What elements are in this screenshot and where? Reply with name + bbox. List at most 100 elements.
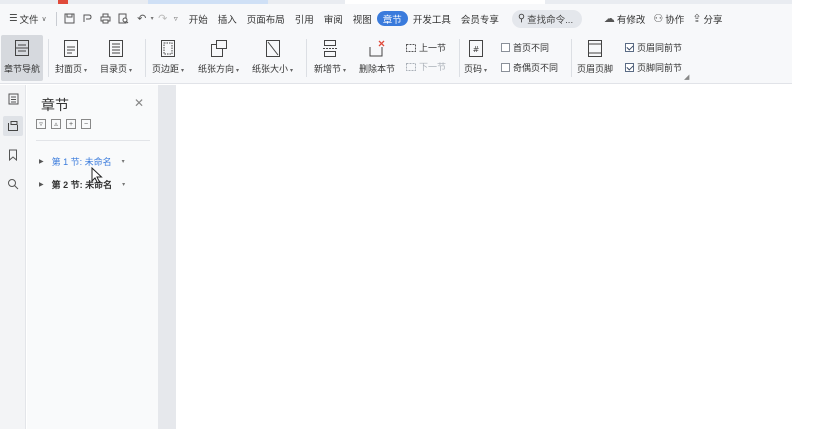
footer-same-as-previous-checkbox[interactable]: 页脚同前节: [625, 61, 682, 74]
section-item[interactable]: ▶ 第 2 节: 未命名 ▾: [39, 178, 125, 191]
command-search[interactable]: ⚲ 查找命令...: [511, 9, 582, 28]
share-label: 分享: [703, 14, 723, 26]
tab-developer[interactable]: 开发工具: [408, 10, 456, 28]
divider: [571, 39, 572, 77]
first-page-different-label: 首页不同: [513, 43, 550, 53]
section-nav-panel: 章节 ✕ ▿ ▵ + − ▶ 第 1 节: 未命名 ▾ ▶ 第 2 节: 未命名…: [27, 85, 158, 429]
tab-member[interactable]: 会员专享: [456, 10, 504, 28]
paper-size-button[interactable]: 纸张大小 ▾: [252, 37, 293, 75]
first-page-different-checkbox[interactable]: 首页不同: [501, 41, 549, 54]
undo-icon[interactable]: ↶: [135, 12, 149, 26]
export-pdf-icon[interactable]: [81, 12, 95, 26]
header-same-as-previous-checkbox[interactable]: 页眉同前节: [625, 41, 682, 54]
caret-down-icon: ▾: [236, 68, 240, 74]
caret-down-icon: ▾: [343, 68, 347, 74]
print-preview-icon[interactable]: [117, 12, 131, 26]
section-menu-icon[interactable]: ▾: [122, 181, 125, 188]
tab-section[interactable]: 章节: [376, 11, 408, 26]
header-footer-icon: [585, 37, 605, 59]
new-section-icon: [320, 37, 340, 59]
collapse-all-icon[interactable]: ▵: [51, 119, 61, 129]
divider: [459, 39, 460, 77]
footer-same-label: 页脚同前节: [637, 63, 683, 73]
next-section-icon: [406, 62, 416, 71]
divider: [306, 39, 307, 77]
print-icon[interactable]: [99, 12, 113, 26]
orientation-button[interactable]: 纸张方向 ▾: [198, 37, 239, 75]
undo-dropdown-icon[interactable]: ▾: [151, 15, 154, 22]
file-menu-label: 文件: [19, 14, 39, 26]
caret-down-icon: ▾: [484, 68, 488, 74]
page-number-button[interactable]: # 页码 ▾: [464, 37, 487, 75]
section-item-label: 第 2 节: 未命名: [51, 180, 113, 190]
prev-section-button[interactable]: 上一节: [405, 41, 446, 54]
nav-pane-button[interactable]: 章节导航: [1, 35, 43, 81]
divider: [36, 140, 150, 141]
tab-review[interactable]: 审阅: [319, 10, 348, 28]
outline-icon[interactable]: [3, 89, 23, 109]
next-section-button[interactable]: 下一节: [405, 60, 446, 73]
section-nav-icon[interactable]: [3, 116, 23, 136]
document-page[interactable]: [176, 85, 792, 429]
delete-section-button[interactable]: 删除本节: [359, 37, 395, 75]
document-gutter: [158, 85, 176, 429]
odd-even-different-checkbox[interactable]: 奇偶页不同: [501, 61, 558, 74]
share-button[interactable]: ⇪ 分享: [692, 12, 722, 26]
divider: [55, 11, 57, 26]
margins-label: 页边距: [152, 64, 180, 74]
save-icon[interactable]: [63, 12, 77, 26]
caret-down-icon: ▾: [84, 68, 88, 74]
chevron-down-icon: ∨: [41, 15, 47, 23]
remove-section-icon[interactable]: −: [81, 119, 91, 129]
file-menu[interactable]: ☰ 文件 ∨: [4, 10, 52, 28]
tab-page-layout[interactable]: 页面布局: [242, 10, 290, 28]
new-section-label: 新增节: [314, 64, 342, 74]
orientation-label: 纸张方向: [198, 64, 235, 74]
checkbox-checked-icon: [625, 43, 634, 52]
close-icon[interactable]: ✕: [134, 96, 144, 110]
toc-page-icon: [106, 37, 126, 59]
prev-section-icon: [406, 43, 416, 52]
expand-arrow-icon[interactable]: ▶: [39, 158, 44, 165]
toc-page-button[interactable]: 目录页 ▾: [100, 37, 132, 75]
header-footer-button[interactable]: 页眉页脚: [577, 37, 613, 75]
redo-icon[interactable]: ↷: [156, 12, 170, 26]
paper-size-label: 纸张大小: [252, 64, 289, 74]
ribbon-expand-icon[interactable]: ◢: [684, 73, 689, 81]
checkbox-unchecked-icon: [501, 63, 510, 72]
tab-home[interactable]: 开始: [184, 10, 213, 28]
tab-references[interactable]: 引用: [290, 10, 319, 28]
menu-bar: ☰ 文件 ∨ ↶ ▾ ↷ ▿ 开始 插入 页面布局 引用 审阅 视图 章节 开发…: [0, 4, 792, 33]
cloud-icon: ☁: [603, 13, 615, 25]
command-search-label: 查找命令...: [527, 14, 574, 26]
wps-writer-window: ☰ 文件 ∨ ↶ ▾ ↷ ▿ 开始 插入 页面布局 引用 审阅 视图 章节 开发…: [0, 0, 821, 429]
cover-page-button[interactable]: 封面页 ▾: [55, 37, 87, 75]
bookmark-icon[interactable]: [3, 145, 23, 165]
tab-view[interactable]: 视图: [348, 10, 377, 28]
hamburger-icon: ☰: [9, 13, 18, 24]
collaborate-label: 协作: [665, 14, 685, 26]
margins-button[interactable]: 页边距 ▾: [152, 37, 184, 75]
nav-pane-icon: [12, 37, 32, 59]
nav-panel-title: 章节: [41, 97, 69, 113]
expand-all-icon[interactable]: ▿: [36, 119, 46, 129]
section-item[interactable]: ▶ 第 1 节: 未命名 ▾: [39, 155, 125, 168]
collaborate-button[interactable]: ⚇ 协作: [653, 12, 684, 26]
svg-text:#: #: [472, 45, 479, 54]
quick-access-dropdown-icon[interactable]: ▿: [174, 14, 178, 23]
nav-panel-toolbar: ▿ ▵ + −: [36, 119, 96, 129]
changes-button[interactable]: ☁ 有修改: [604, 12, 646, 26]
tab-insert[interactable]: 插入: [213, 10, 242, 28]
divider: [145, 39, 146, 77]
user-icon: ⚇: [653, 13, 664, 25]
add-section-icon[interactable]: +: [66, 119, 76, 129]
orientation-icon: [209, 37, 229, 59]
left-tool-rail: [0, 85, 26, 429]
paper-size-icon: [263, 37, 283, 59]
expand-arrow-icon[interactable]: ▶: [39, 181, 44, 188]
odd-even-different-label: 奇偶页不同: [513, 63, 559, 73]
caret-down-icon: ▾: [290, 68, 294, 74]
search-icon[interactable]: [3, 174, 23, 194]
new-section-button[interactable]: 新增节 ▾: [314, 37, 346, 75]
section-menu-icon[interactable]: ▾: [122, 158, 125, 165]
